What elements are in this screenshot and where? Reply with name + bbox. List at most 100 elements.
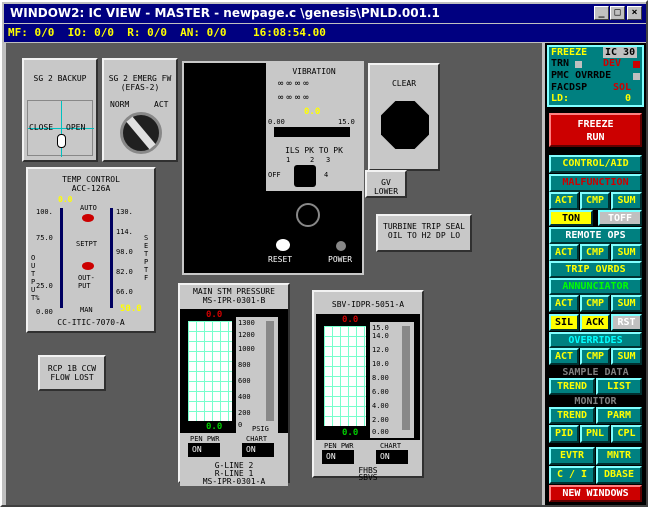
rops-sum-button[interactable]: SUM	[611, 244, 642, 261]
vib-selector-knob[interactable]	[294, 165, 316, 187]
sv10: 10.0	[372, 360, 389, 368]
toff-button[interactable]: TOFF	[598, 210, 642, 226]
sample-trend-button[interactable]: TREND	[549, 378, 595, 395]
mntr-button[interactable]: MNTR	[596, 447, 642, 465]
list-button[interactable]: LIST	[596, 378, 642, 395]
vibration-panel: VIBRATION ∞∞∞∞ ∞∞∞∞ 0.0 0.00 15.0 ILS PK…	[182, 61, 364, 275]
temp-control-subtitle: ACC-126A	[71, 184, 111, 193]
scale-r130: 130.	[116, 208, 133, 216]
sg2-backup-title: SG 2 BACKUP	[33, 74, 87, 83]
open-label: OPEN	[66, 123, 86, 132]
scale-r114: 114.	[116, 228, 133, 236]
ton-button[interactable]: TON	[549, 210, 593, 226]
sv12: 12.0	[372, 346, 389, 354]
freeze-status: FREEZE IC 30 TRN DEV PMC OVRRDE FACDSP S…	[547, 45, 644, 107]
cpl-button[interactable]: CPL	[611, 425, 642, 443]
freeze-run-line1: FREEZE	[577, 119, 614, 130]
app-window: WINDOW2: IC VIEW - MASTER - newpage.c \g…	[0, 0, 648, 507]
gv-lower-button[interactable]: GV LOWER	[365, 170, 407, 198]
emerg-knob[interactable]	[120, 112, 162, 154]
ann-act-button[interactable]: ACT	[549, 295, 579, 312]
scale-l25: 25.0	[36, 282, 53, 290]
overrides-header[interactable]: OVERRIDES	[549, 332, 642, 348]
sv8: 8.00	[372, 374, 389, 382]
dev-lamp-icon	[633, 61, 640, 68]
parm-button[interactable]: PARM	[596, 407, 642, 424]
pmc-label: PMC OVRRDE	[551, 70, 612, 81]
minimize-button[interactable]: _	[594, 6, 609, 20]
sbv-bot-value: 0.0	[342, 428, 359, 438]
ovr-act-button[interactable]: ACT	[549, 348, 579, 365]
ack-button[interactable]: ACK	[580, 314, 610, 331]
sbv-chart	[324, 326, 366, 426]
dbase-button[interactable]: DBASE	[596, 466, 642, 484]
main-stm-recorder: 0.0 0.0 1300 1200 1000 800 600 400 200 0…	[180, 309, 288, 433]
clear-button[interactable]	[381, 101, 429, 149]
turbine-trip-annunciator: TURBINE TRIP SEAL OIL TO H2 DP LO	[376, 214, 472, 252]
ovr-sum-button[interactable]: SUM	[611, 348, 642, 365]
rst-button[interactable]: RST	[611, 314, 642, 331]
malf-sum-button[interactable]: SUM	[611, 192, 642, 210]
trip-ovrds-button[interactable]: TRIP OVRDS	[549, 261, 642, 278]
ci-button[interactable]: C / I	[549, 466, 595, 484]
monitor-trend-button[interactable]: TREND	[549, 407, 595, 424]
pid-button[interactable]: PID	[549, 425, 579, 443]
temp-control-panel: TEMP CONTROL ACC-126A 0.0 100. 75.0 25.0…	[26, 167, 156, 333]
sil-button[interactable]: SIL	[549, 314, 579, 331]
main-stm-title: MAIN STM PRESSURE	[193, 287, 275, 296]
pen-pwr-switch[interactable]: ON	[188, 443, 220, 457]
sbv-scale: 15.0 14.0 12.0 10.0 8.00 6.00 4.00 2.00 …	[370, 322, 414, 438]
sv2: 2.00	[372, 416, 389, 424]
close-button[interactable]: ×	[627, 6, 642, 20]
vib-scale-hi: 15.0	[338, 118, 355, 126]
facdsp-label: FACDSP	[551, 82, 588, 93]
rops-act-button[interactable]: ACT	[549, 244, 579, 261]
temp-control-title: TEMP CONTROL	[62, 175, 120, 184]
vib-scale-lo: 0.00	[268, 118, 285, 126]
temp-gauge: 100. 75.0 25.0 0.00 OUTPUT% AUTO SETPT O…	[30, 204, 152, 316]
evtr-button[interactable]: EVTR	[549, 447, 595, 465]
pos4-label: 4	[324, 171, 329, 179]
sg2-backup-switch[interactable]: CLOSE OPEN	[27, 100, 94, 157]
control-aid-button[interactable]: CONTROL/AID	[549, 155, 642, 173]
freeze-run-button[interactable]: FREEZE RUN	[549, 113, 642, 147]
ld-value: 0	[625, 93, 632, 104]
maximize-button[interactable]: □	[610, 6, 625, 20]
pen-pwr-label: PEN PWR	[190, 435, 220, 443]
off-label: OFF	[268, 171, 281, 179]
malf-cmp-button[interactable]: CMP	[580, 192, 610, 210]
sbv-chart-label: CHART	[380, 442, 402, 450]
chart-switch[interactable]: ON	[242, 443, 274, 457]
sbv-chart-switch[interactable]: ON	[376, 450, 408, 464]
malfunction-header[interactable]: MALFUNCTION	[549, 174, 642, 192]
norm-label: NORM	[110, 100, 130, 109]
chart-label: CHART	[246, 435, 268, 443]
ann-cmp-button[interactable]: CMP	[580, 295, 610, 312]
remote-ops-header[interactable]: REMOTE OPS	[549, 227, 642, 244]
temp-value: 0.0	[58, 195, 73, 204]
gv-lower-label: GV LOWER	[373, 178, 399, 196]
reset-button[interactable]	[276, 239, 290, 251]
pnl-button[interactable]: PNL	[580, 425, 610, 443]
ovr-cmp-button[interactable]: CMP	[580, 348, 610, 365]
auto-label: AUTO	[80, 204, 97, 212]
rops-cmp-button[interactable]: CMP	[580, 244, 610, 261]
malf-act-button[interactable]: ACT	[549, 192, 579, 210]
psig-unit: PSIG	[252, 425, 269, 433]
new-windows-button[interactable]: NEW WINDOWS	[549, 485, 642, 502]
knob-pointer-icon	[126, 116, 156, 150]
trn-label: TRN	[551, 58, 570, 69]
main-stm-chart	[188, 321, 232, 421]
ann-sum-button[interactable]: SUM	[611, 295, 642, 312]
clear-panel: CLEAR	[368, 63, 440, 171]
vib-mode: ILS PK TO PK	[285, 146, 343, 155]
sbv-pen-pwr-switch[interactable]: ON	[322, 450, 354, 464]
output-label: OUT-PUT	[78, 274, 95, 290]
control-sidebar: FREEZE IC 30 TRN DEV PMC OVRRDE FACDSP S…	[545, 43, 646, 505]
annunciator-header[interactable]: ANNUNCIATOR	[549, 278, 642, 295]
vibration-value: 0.0	[304, 107, 321, 117]
pmc-lamp-icon	[633, 73, 640, 80]
vibration-bar	[274, 127, 350, 137]
freeze-run-line2: RUN	[586, 132, 605, 143]
s600: 600	[238, 377, 251, 385]
